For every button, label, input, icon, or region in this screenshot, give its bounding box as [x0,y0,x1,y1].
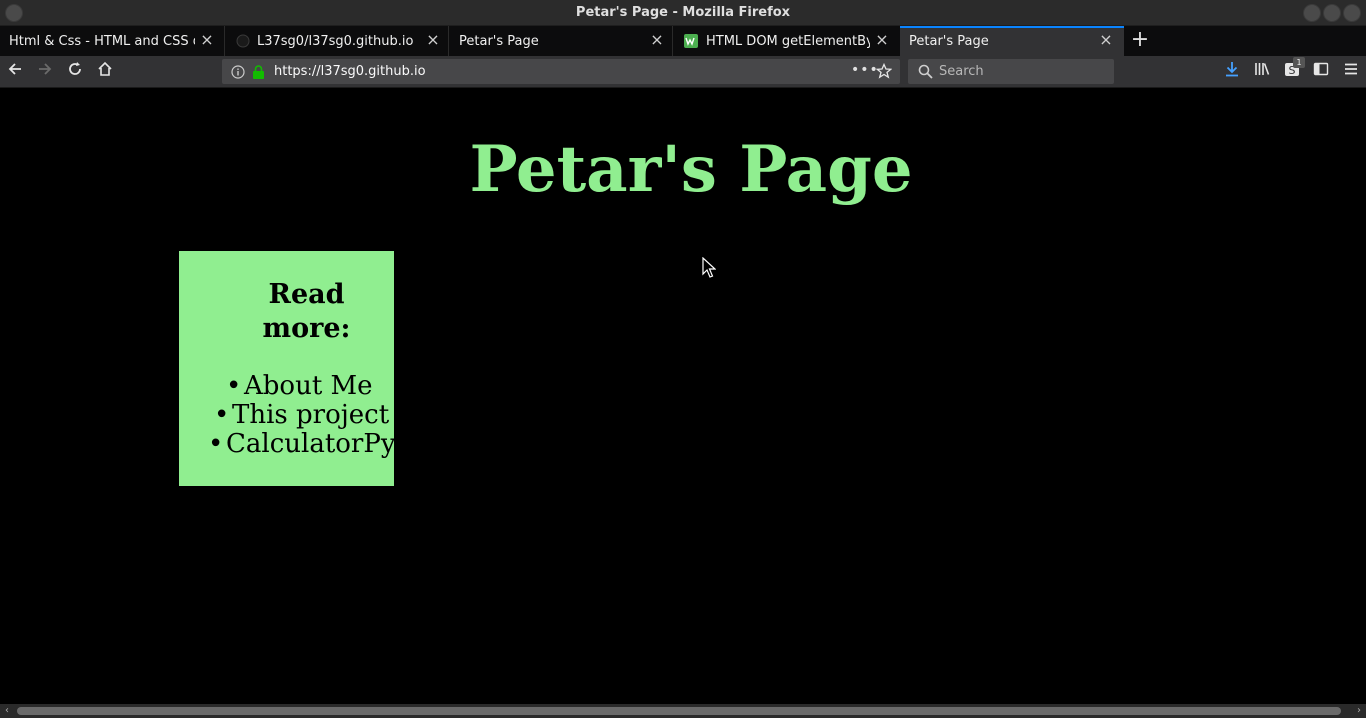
bullet: • [208,429,224,459]
read-more-box: Read more: • About Me • This project • Calc… [179,251,396,486]
this-project-link[interactable]: This project [232,400,389,430]
reload-button[interactable] [64,61,86,83]
tab-html-css[interactable]: Html & Css - HTML and CSS desi × [0,26,224,56]
list-item[interactable]: • CalculatorPy [179,429,396,459]
tab-title: L37sg0/l37sg0.github.io [257,34,414,49]
menu-button[interactable] [1340,61,1362,83]
forward-button[interactable] [34,61,56,83]
sidebar-icon [1313,62,1329,76]
horizontal-scrollbar[interactable]: ‹ › [0,704,1366,718]
read-more-heading: Read more: [262,279,351,344]
download-icon [1226,62,1238,77]
library-button[interactable] [1251,61,1273,83]
info-icon[interactable] [231,64,245,83]
search-bar[interactable]: Search [908,59,1114,84]
tab-w3schools[interactable]: HTML DOM getElementById × [672,26,898,56]
close-window-button[interactable] [1343,4,1361,22]
list-item[interactable]: • This project [179,401,394,430]
scrollbar-thumb[interactable] [17,707,1341,715]
search-input[interactable]: Search [939,64,984,79]
page-title: Petar's Page [469,132,913,207]
url-bar[interactable]: https://l37sg0.github.io ••• [222,59,900,84]
maximize-button[interactable] [1323,4,1341,22]
close-icon[interactable]: × [425,32,441,48]
search-icon [918,64,933,83]
downloads-button[interactable] [1221,61,1243,83]
bullet: • [214,400,230,430]
tab-petars-page[interactable]: Petar's Page × [448,26,672,56]
tab-title: Html & Css - HTML and CSS desi [9,34,195,49]
scroll-right-arrow-icon[interactable]: › [1352,704,1366,718]
new-tab-button[interactable]: + [1128,26,1152,56]
tab-title: Petar's Page [459,34,539,49]
about-me-link[interactable]: About Me [244,371,373,401]
back-button[interactable] [4,61,26,83]
window-titlebar: Petar's Page - Mozilla Firefox [0,0,1366,26]
close-icon[interactable]: × [1098,32,1114,48]
navigation-toolbar: https://l37sg0.github.io ••• Search S 1 [0,56,1366,88]
page-viewport: Petar's Page Read more: • About Me • This … [0,88,1366,704]
sidebar-toggle-button[interactable] [1310,61,1332,83]
github-icon [236,34,250,48]
minimize-button[interactable] [1303,4,1321,22]
list-item[interactable]: • About Me [179,372,394,401]
reload-icon [69,62,81,75]
tab-title: HTML DOM getElementById [706,34,870,49]
tab-strip: Html & Css - HTML and CSS desi × L37sg0/… [0,26,1366,56]
close-icon[interactable]: × [874,32,890,48]
library-icon [1255,63,1270,75]
scroll-left-arrow-icon[interactable]: ‹ [0,704,14,718]
tab-github[interactable]: L37sg0/l37sg0.github.io × [224,26,448,56]
close-icon[interactable]: × [649,32,665,48]
w3schools-icon [684,34,698,48]
sync-badge: 1 [1293,57,1305,68]
sync-button[interactable]: S 1 [1281,57,1305,83]
close-icon[interactable]: × [199,32,215,48]
calculatorpy-link[interactable]: CalculatorPy [226,429,396,459]
forward-arrow-icon [39,63,52,75]
home-icon [98,61,112,76]
read-more-list: • About Me • This project • CalculatorPy [179,372,396,459]
home-button[interactable] [94,61,116,83]
page-actions-icon[interactable]: ••• [851,62,879,78]
back-arrow-icon [8,63,21,75]
hamburger-menu-icon [1345,63,1357,75]
lock-icon[interactable] [252,64,265,83]
bullet: • [226,371,242,401]
bookmark-star-icon[interactable] [875,62,893,83]
url-text[interactable]: https://l37sg0.github.io [274,64,426,79]
tab-petars-page-active[interactable]: Petar's Page × [900,26,1124,56]
tab-title: Petar's Page [909,34,989,49]
window-title: Petar's Page - Mozilla Firefox [575,5,791,20]
